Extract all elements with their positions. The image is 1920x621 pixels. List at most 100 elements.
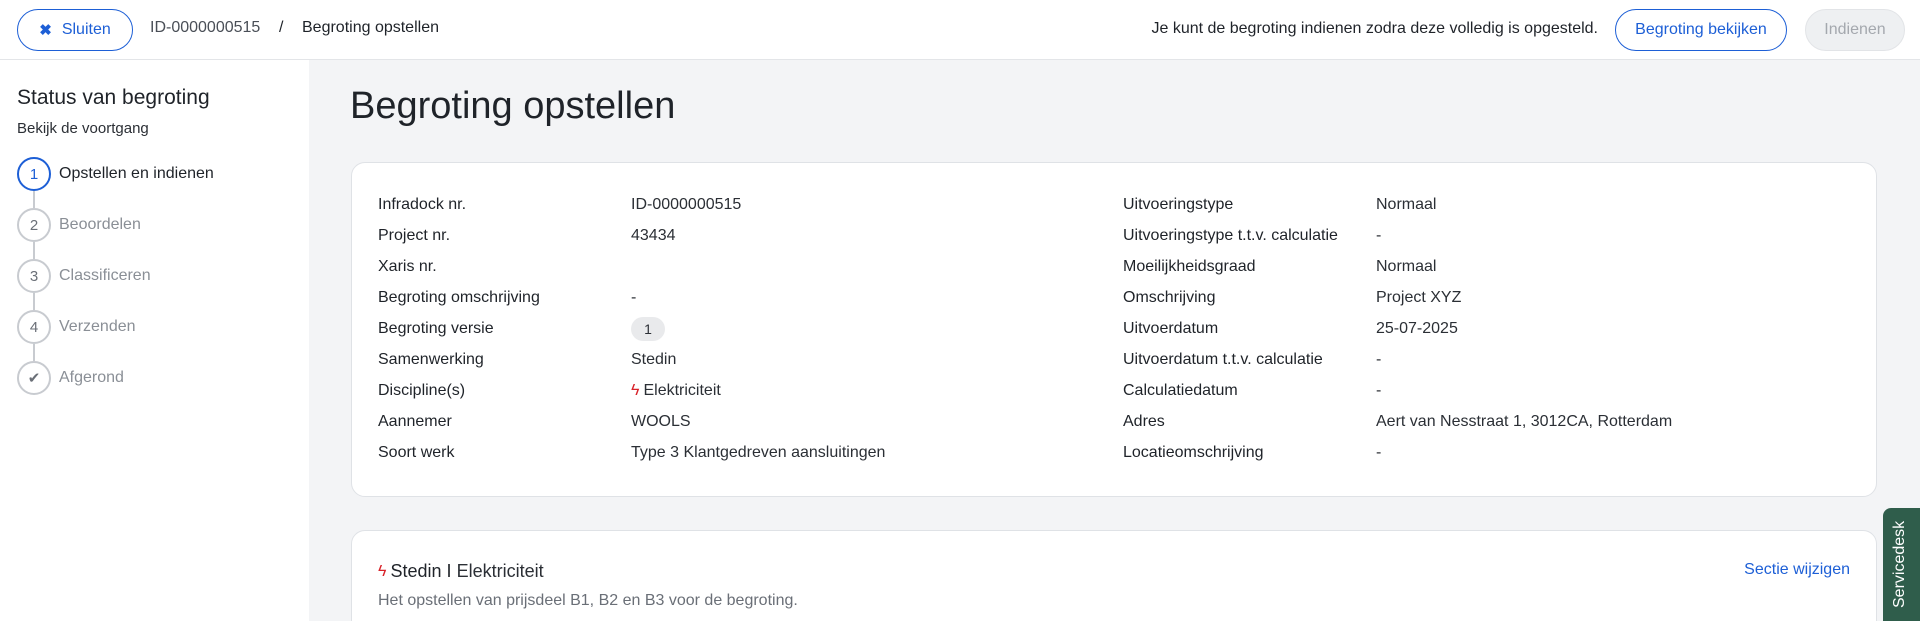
detail-row: Xaris nr. [378,251,885,282]
detail-row: Infradock nr. ID-0000000515 [378,189,885,220]
servicedesk-tab[interactable]: Servicedesk [1883,508,1920,621]
section-card: ϟ Stedin I Elektriciteit Het opstellen v… [351,530,1877,621]
sidebar-title: Status van begroting [17,86,210,109]
step-beoordelen: 2 Beoordelen [17,208,214,259]
step-connector [33,344,35,361]
lightning-bolt-icon: ϟ [378,562,387,580]
step-afgerond: ✔ Afgerond [17,361,214,412]
detail-row: Discipline(s) ϟ Elektriciteit [378,375,885,406]
breadcrumb-current: Begroting opstellen [302,19,439,36]
step-classificeren: 3 Classificeren [17,259,214,310]
detail-row: Aannemer WOOLS [378,406,885,437]
detail-row: Soort werk Type 3 Klantgedreven aansluiti… [378,437,885,468]
status-sidebar: Status van begroting Bekijk de voortgang… [0,60,309,621]
section-title: ϟ Stedin I Elektriciteit [378,561,544,582]
detail-row: Calculatiedatum - [1123,375,1672,406]
step-connector [33,191,35,208]
detail-row: Uitvoeringstype Normaal [1123,189,1672,220]
detail-value: Aert van Nesstraat 1, 3012CA, Rotterdam [1376,412,1673,430]
step-label: Beoordelen [59,216,141,233]
detail-value: - [1376,443,1382,461]
detail-key: Moeilijkheidsgraad [1123,257,1256,275]
detail-key: Uitvoerdatum [1123,319,1219,337]
detail-key: Uitvoeringstype t.t.v. calculatie [1123,226,1338,244]
detail-value: - [1376,226,1382,244]
detail-value: Elektriciteit [643,381,721,399]
section-discipline: Elektriciteit [456,561,544,581]
detail-value: Stedin [631,350,677,368]
view-budget-button[interactable]: Begroting bekijken [1615,9,1787,51]
detail-row: Moeilijkheidsgraad Normaal [1123,251,1672,282]
detail-value: 43434 [631,226,676,244]
section-separator: I [446,561,452,581]
detail-row: Locatieomschrijving - [1123,437,1672,468]
detail-value: - [1376,381,1382,399]
section-description: Het opstellen van prijsdeel B1, B2 en B3… [378,592,798,609]
detail-key: Omschrijving [1123,288,1216,306]
detail-key: Locatieomschrijving [1123,443,1264,461]
detail-key: Samenwerking [378,350,484,368]
servicedesk-label: Servicedesk [1891,520,1908,608]
close-icon: ✖ [39,22,52,39]
close-button[interactable]: ✖ Sluiten [17,9,133,51]
detail-key: Infradock nr. [378,195,467,213]
sidebar-subtitle: Bekijk de voortgang [17,120,149,137]
detail-key: Adres [1123,412,1165,430]
detail-value: WOOLS [631,412,691,430]
step-number: 3 [17,259,51,293]
step-connector [33,242,35,259]
close-button-label: Sluiten [61,21,111,38]
step-number: 4 [17,310,51,344]
detail-row: Omschrijving Project XYZ [1123,282,1672,313]
step-label: Afgerond [59,369,124,386]
detail-key: Discipline(s) [378,381,466,399]
submit-button[interactable]: Indienen [1805,9,1905,51]
detail-key: Xaris nr. [378,257,437,275]
submit-info-text: Je kunt de begroting indienen zodra deze… [1151,20,1598,37]
detail-value: ID-0000000515 [631,195,742,213]
progress-steps: 1 Opstellen en indienen 2 Beoordelen 3 C… [17,157,214,412]
detail-key: Uitvoeringstype [1123,195,1234,213]
detail-row: Samenwerking Stedin [378,344,885,375]
details-left-column: Infradock nr. ID-0000000515 Project nr. 43… [378,189,885,468]
detail-row: Uitvoerdatum t.t.v. calculatie - [1123,344,1672,375]
details-right-column: Uitvoeringstype Normaal Uitvoeringstype t… [1123,189,1672,468]
detail-value: - [1376,350,1382,368]
step-label: Verzenden [59,318,136,335]
detail-row: Uitvoeringstype t.t.v. calculatie - [1123,220,1672,251]
breadcrumb-separator: / [279,19,284,36]
step-label: Opstellen en indienen [59,165,214,182]
detail-value: - [631,288,637,306]
detail-row: Begroting versie 1 [378,313,885,344]
detail-value: Normaal [1376,257,1437,275]
edit-section-link[interactable]: Sectie wijzigen [1744,561,1850,579]
detail-row: Adres Aert van Nesstraat 1, 3012CA, Rotte… [1123,406,1672,437]
detail-key: Begroting omschrijving [378,288,540,306]
detail-row: Begroting omschrijving - [378,282,885,313]
step-number: 2 [17,208,51,242]
breadcrumb-id[interactable]: ID-0000000515 [150,19,260,37]
detail-value: Normaal [1376,195,1437,213]
step-verzenden: 4 Verzenden [17,310,214,361]
version-badge: 1 [631,316,665,341]
detail-key: Project nr. [378,226,451,244]
step-opstellen: 1 Opstellen en indienen [17,157,214,208]
detail-key: Soort werk [378,443,455,461]
detail-key: Calculatiedatum [1123,381,1238,399]
page-title: Begroting opstellen [350,85,676,127]
step-label: Classificeren [59,267,151,284]
step-number: 1 [17,157,51,191]
detail-key: Begroting versie [378,319,494,337]
detail-value: Type 3 Klantgedreven aansluitingen [631,443,886,461]
section-company: Stedin [390,561,442,581]
detail-key: Aannemer [378,412,452,430]
detail-value: 25-07-2025 [1376,319,1458,337]
budget-details-card: Infradock nr. ID-0000000515 Project nr. 43… [351,162,1877,497]
detail-value: Project XYZ [1376,288,1462,306]
checkmark-icon: ✔ [17,361,51,395]
top-bar: ✖ Sluiten ID-0000000515 / Begroting opst… [0,0,1920,60]
step-connector [33,293,35,310]
lightning-bolt-icon: ϟ [631,381,640,399]
detail-key: Uitvoerdatum t.t.v. calculatie [1123,350,1323,368]
detail-row: Project nr. 43434 [378,220,885,251]
